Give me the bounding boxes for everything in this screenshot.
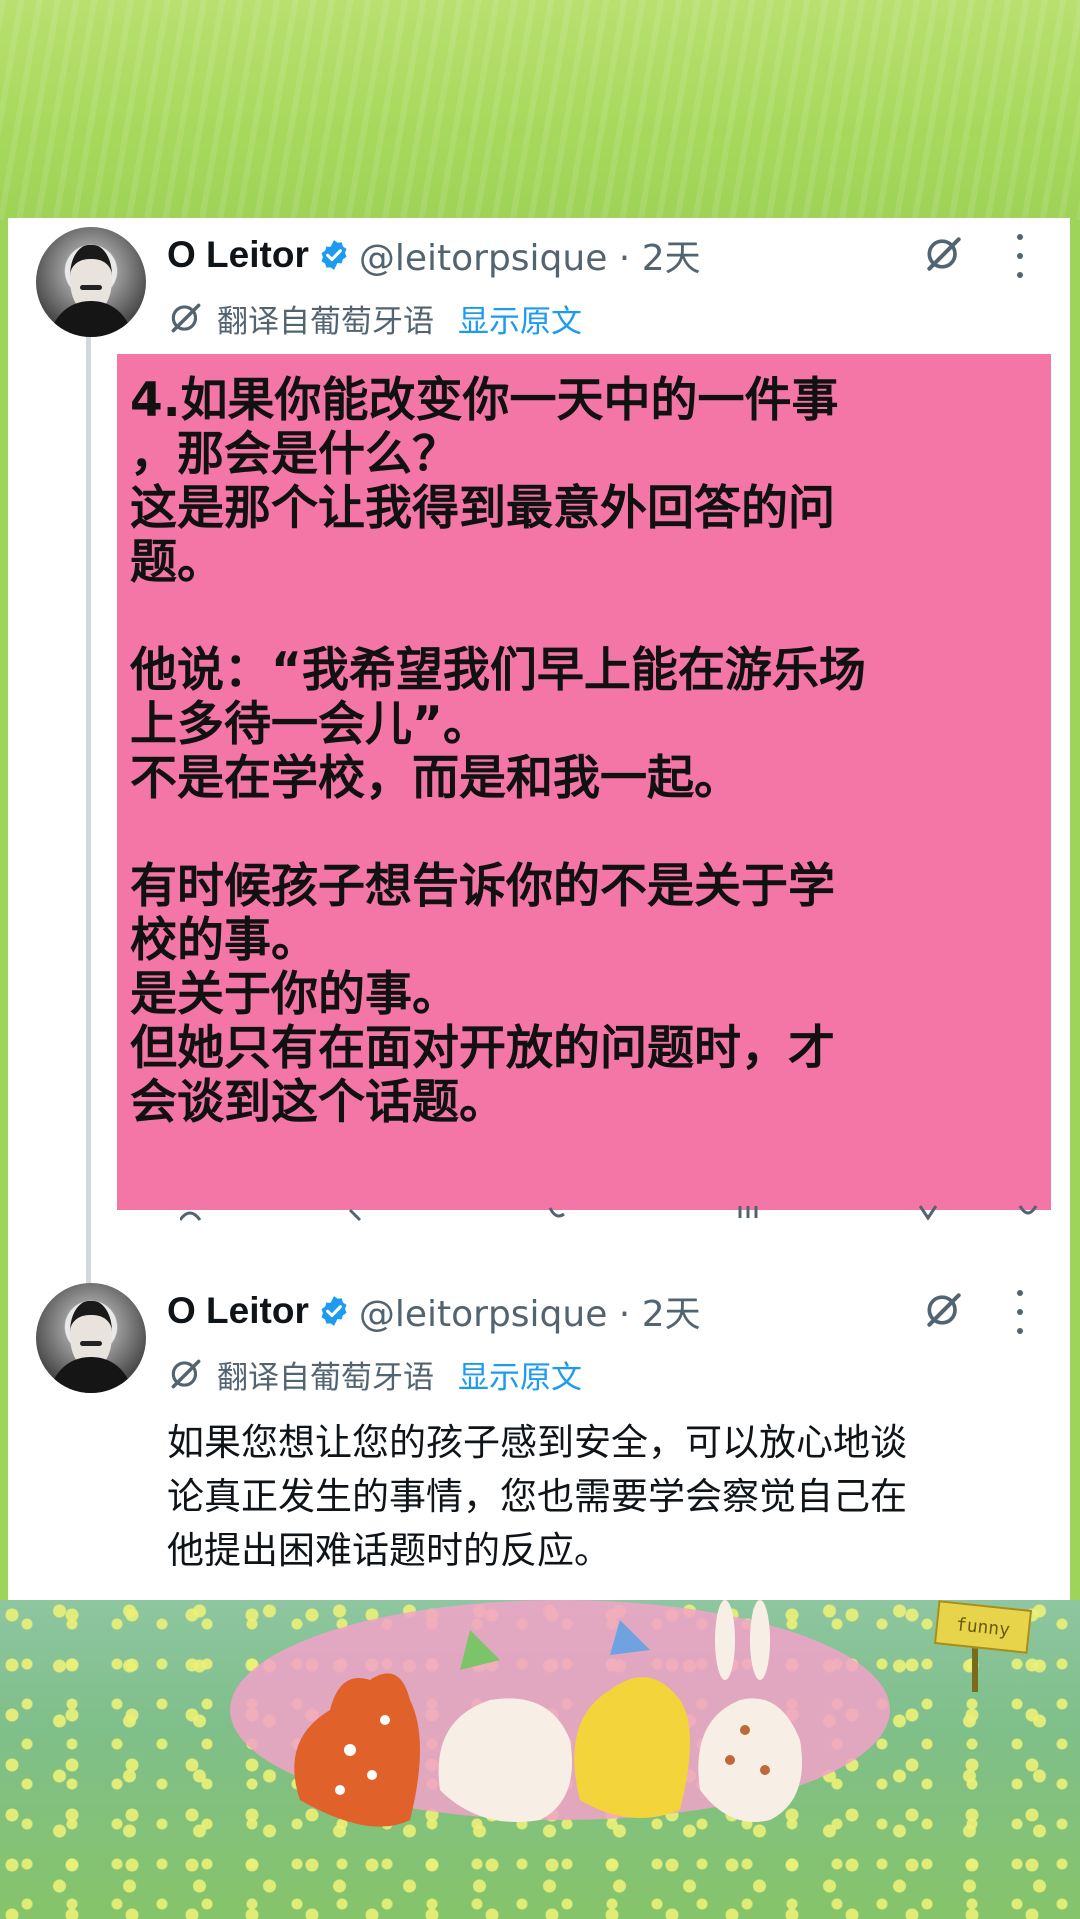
more-options-icon[interactable] [1010, 234, 1030, 278]
verified-badge-icon [321, 240, 347, 270]
translation-notice: 翻译自葡萄牙语 显示原文 [167, 1352, 582, 1396]
author-avatar[interactable] [36, 1283, 146, 1393]
action-bar-remnants [180, 1205, 1038, 1222]
translate-icon [171, 303, 201, 333]
verified-badge-icon [321, 1296, 347, 1326]
translate-icon [171, 1359, 201, 1389]
background-painting-top [0, 0, 1080, 230]
thread-connector-line [86, 330, 91, 1290]
content-line: 题。 [130, 535, 224, 590]
content-line: 是关于你的事。 [130, 967, 459, 1022]
body-line: 如果您想让您的孩子感到安全，可以放心地谈 [167, 1421, 907, 1464]
translated-from-label: 翻译自葡萄牙语 [217, 1359, 434, 1396]
content-line: 有时候孩子想告诉你的不是关于学 [130, 859, 835, 914]
grok-icon[interactable] [922, 1288, 966, 1332]
animal-party-illustration [230, 1600, 890, 1827]
post-header: O Leitor @leitorpsique · 2天 [167, 1286, 701, 1336]
content-line: 校的事。 [130, 913, 318, 968]
author-avatar[interactable] [36, 227, 146, 337]
background-edge-left [0, 220, 8, 1220]
post-body-text: 如果您想让您的孩子感到安全，可以放心地谈 论真正发生的事情，您也需要学会察觉自己… [167, 1416, 1037, 1578]
content-line: 上多待一会儿”。 [130, 697, 490, 752]
content-line: 不是在学校，而是和我一起。 [130, 751, 741, 806]
show-original-link[interactable]: 显示原文 [458, 296, 582, 341]
body-line: 论真正发生的事情，您也需要学会察觉自己在 [167, 1475, 907, 1518]
content-line: 但她只有在面对开放的问题时，才 [130, 1021, 835, 1076]
background-edge-right [1070, 220, 1080, 1220]
translated-from-label: 翻译自葡萄牙语 [217, 303, 434, 340]
content-line: 他说：“我希望我们早上能在游乐场 [130, 643, 866, 698]
translation-notice: 翻译自葡萄牙语 显示原文 [167, 296, 582, 340]
post-header: O Leitor @leitorpsique · 2天 [167, 230, 701, 280]
author-name[interactable]: O Leitor [167, 1290, 309, 1332]
content-line: 4.如果你能改变你一天中的一件事 [130, 373, 839, 428]
content-line: 会谈到这个话题。 [130, 1075, 506, 1130]
show-original-link[interactable]: 显示原文 [458, 1352, 582, 1397]
grok-icon[interactable] [922, 232, 966, 276]
more-options-icon[interactable] [1010, 1290, 1030, 1334]
content-line: ，那会是什么？ [130, 427, 459, 482]
content-line: 这是那个让我得到最意外回答的问 [130, 481, 835, 536]
highlighted-post-content: 4.如果你能改变你一天中的一件事 ，那会是什么？ 这是那个让我得到最意外回答的问… [117, 354, 1051, 1210]
author-name[interactable]: O Leitor [167, 234, 309, 276]
author-handle-time[interactable]: @leitorpsique · 2天 [359, 1285, 701, 1337]
sign-post [972, 1642, 978, 1692]
body-line: 他提出困难话题时的反应。 [167, 1529, 611, 1572]
author-handle-time[interactable]: @leitorpsique · 2天 [359, 229, 701, 281]
